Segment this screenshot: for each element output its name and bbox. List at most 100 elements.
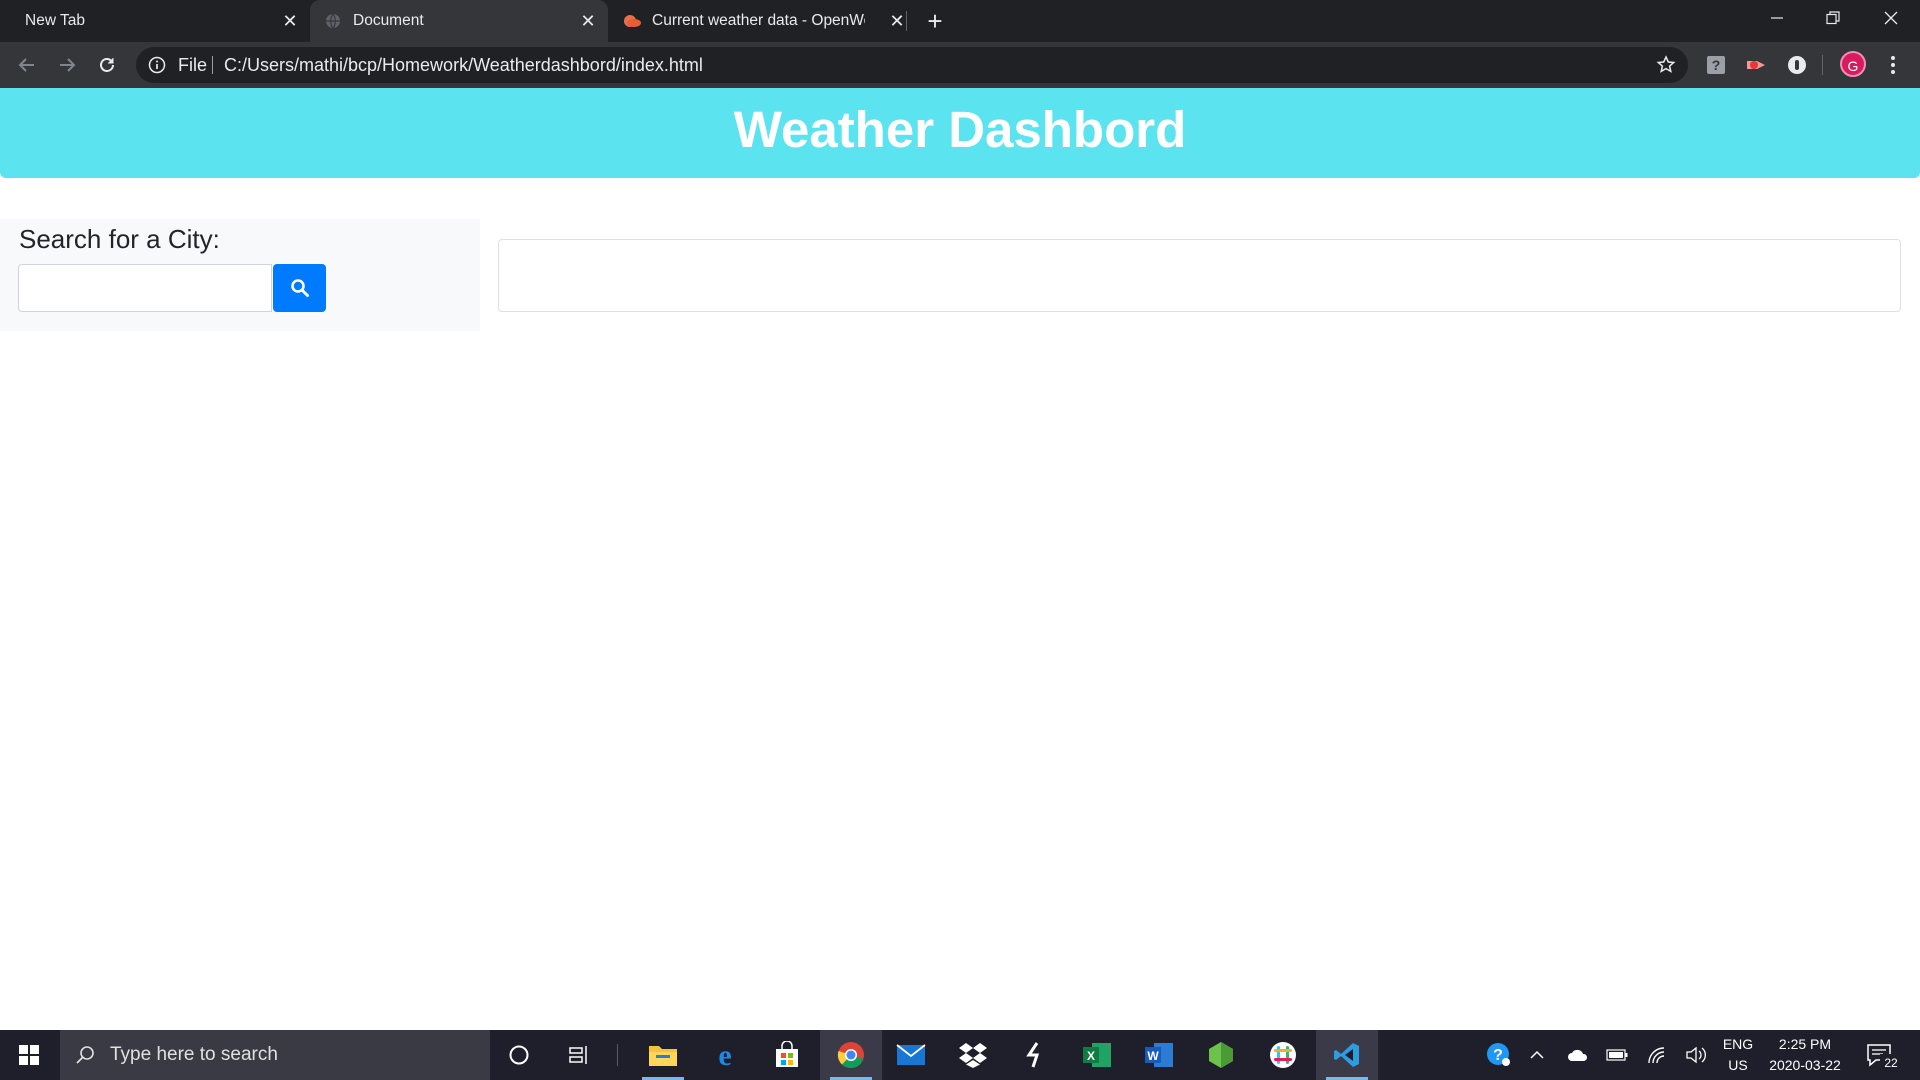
extension-circle-button[interactable] (1784, 52, 1810, 78)
extension-red-button[interactable] (1743, 52, 1769, 78)
close-icon[interactable]: ✕ (578, 11, 598, 31)
taskbar-app-excel[interactable]: X (1068, 1030, 1126, 1080)
more-vertical-icon (1891, 56, 1895, 74)
header-banner: Weather Dashbord (0, 88, 1920, 178)
wifi-icon (1648, 1047, 1665, 1064)
openweather-favicon-icon (624, 15, 641, 27)
svg-text:W: W (1147, 1049, 1159, 1063)
cortana-icon (509, 1045, 529, 1065)
taskbar-app-chrome[interactable] (820, 1030, 882, 1080)
tab-openweather[interactable]: Current weather data - OpenWea ✕ (610, 0, 905, 42)
cortana-button[interactable] (490, 1030, 548, 1080)
close-icon[interactable]: ✕ (887, 11, 907, 31)
svg-text:X: X (1087, 1049, 1095, 1063)
tab-document[interactable]: Document ✕ (310, 0, 608, 42)
profile-avatar[interactable]: G (1840, 51, 1866, 77)
search-button[interactable] (273, 264, 326, 312)
search-icon (76, 1046, 94, 1064)
svg-text:?: ? (1493, 1047, 1503, 1064)
url-text[interactable]: C:/Users/mathi/bcp/Homework/Weatherdashb… (224, 55, 703, 76)
globe-icon (326, 13, 340, 29)
task-view-icon (569, 1046, 587, 1064)
tray-network-button[interactable] (1640, 1030, 1674, 1080)
volume-icon (1686, 1046, 1706, 1064)
svg-text:e: e (718, 1041, 731, 1069)
search-title: Search for a City: (19, 224, 220, 254)
notification-count-badge: 22 (1880, 1054, 1902, 1072)
restore-icon (1826, 11, 1840, 25)
start-button[interactable] (0, 1030, 58, 1080)
page-title: Weather Dashbord (733, 101, 1187, 158)
tray-battery-button[interactable] (1600, 1030, 1634, 1080)
close-icon (1884, 11, 1898, 25)
nodejs-icon (1209, 1042, 1233, 1068)
taskbar-app-file-explorer[interactable] (634, 1030, 692, 1080)
slack-icon (1270, 1042, 1296, 1068)
extension-icon (1747, 61, 1765, 69)
input-language-indicator[interactable]: ENG US (1720, 1034, 1756, 1076)
arrow-right-icon (60, 58, 76, 72)
excel-icon: X (1083, 1043, 1111, 1067)
windows-logo-icon (19, 1045, 39, 1065)
tray-show-hidden-button[interactable] (1522, 1030, 1552, 1080)
store-icon (776, 1041, 798, 1067)
arrow-left-icon (18, 58, 34, 72)
taskbar-app-gitkraken[interactable] (1006, 1030, 1064, 1080)
taskbar-app-node[interactable] (1192, 1030, 1250, 1080)
mail-icon (896, 1044, 926, 1065)
edge-icon: e (718, 1041, 731, 1069)
taskbar-app-word[interactable]: W (1130, 1030, 1188, 1080)
extension-circle-icon (1788, 56, 1806, 74)
taskbar-app-edge[interactable]: e (696, 1030, 754, 1080)
taskbar-app-store[interactable] (758, 1030, 816, 1080)
close-icon[interactable]: ✕ (280, 11, 300, 31)
word-icon: W (1145, 1043, 1173, 1067)
tab-label: Document (353, 12, 424, 29)
bookmark-star-icon[interactable] (1656, 55, 1676, 75)
taskbar-app-mail[interactable] (882, 1030, 940, 1080)
windows-taskbar: Type here to search e X W ? ENG US 2:25 … (0, 1030, 1920, 1080)
browser-tab-bar: New Tab ✕ Document ✕ Current weather dat… (0, 0, 1920, 42)
extension-help-button[interactable]: ? (1703, 52, 1729, 78)
vscode-icon (1334, 1043, 1359, 1067)
tray-volume-button[interactable] (1678, 1030, 1714, 1080)
task-view-button[interactable] (550, 1030, 608, 1080)
dropbox-icon (959, 1043, 987, 1068)
search-panel: Search for a City: (0, 219, 480, 331)
menu-button[interactable] (1880, 52, 1906, 78)
tab-label: Current weather data - OpenWea (652, 12, 865, 29)
reload-icon (100, 58, 114, 72)
taskbar-app-vscode[interactable] (1316, 1030, 1378, 1080)
info-icon[interactable] (148, 56, 166, 74)
tab-new-tab[interactable]: New Tab ✕ (0, 0, 306, 42)
tray-help-icon-button[interactable]: ? (1482, 1030, 1516, 1080)
restore-button[interactable] (1808, 0, 1858, 36)
folder-icon (649, 1046, 677, 1066)
new-tab-button[interactable]: + (921, 7, 949, 35)
reload-button[interactable] (92, 50, 122, 80)
tab-label: New Tab (25, 12, 86, 29)
toolbar-separator (1822, 55, 1823, 75)
question-icon: ? (1707, 56, 1725, 74)
taskbar-app-dropbox[interactable] (944, 1030, 1002, 1080)
address-bar[interactable]: File C:/Users/mathi/bcp/Homework/Weather… (136, 47, 1688, 83)
taskbar-search-box[interactable]: Type here to search (60, 1030, 490, 1080)
taskbar-app-slack[interactable] (1254, 1030, 1312, 1080)
city-search-input[interactable] (18, 264, 272, 312)
close-window-button[interactable] (1866, 0, 1916, 36)
url-divider (212, 56, 213, 74)
page-content: Weather Dashbord Search for a City: (0, 88, 1920, 1030)
cloud-icon (1568, 1049, 1588, 1061)
battery-icon (1606, 1049, 1628, 1061)
taskbar-separator (617, 1044, 618, 1066)
taskbar-clock[interactable]: 2:25 PM 2020-03-22 (1762, 1034, 1848, 1076)
help-icon: ? (1487, 1043, 1510, 1066)
language-code: ENG (1722, 1036, 1754, 1052)
tab-separator (906, 11, 907, 31)
tray-onedrive-button[interactable] (1560, 1030, 1596, 1080)
chevron-up-icon (1530, 1050, 1544, 1059)
minimize-button[interactable] (1752, 0, 1802, 36)
clock-time: 2:25 PM (1778, 1036, 1832, 1052)
forward-button[interactable] (52, 50, 82, 80)
back-button[interactable] (12, 50, 42, 80)
